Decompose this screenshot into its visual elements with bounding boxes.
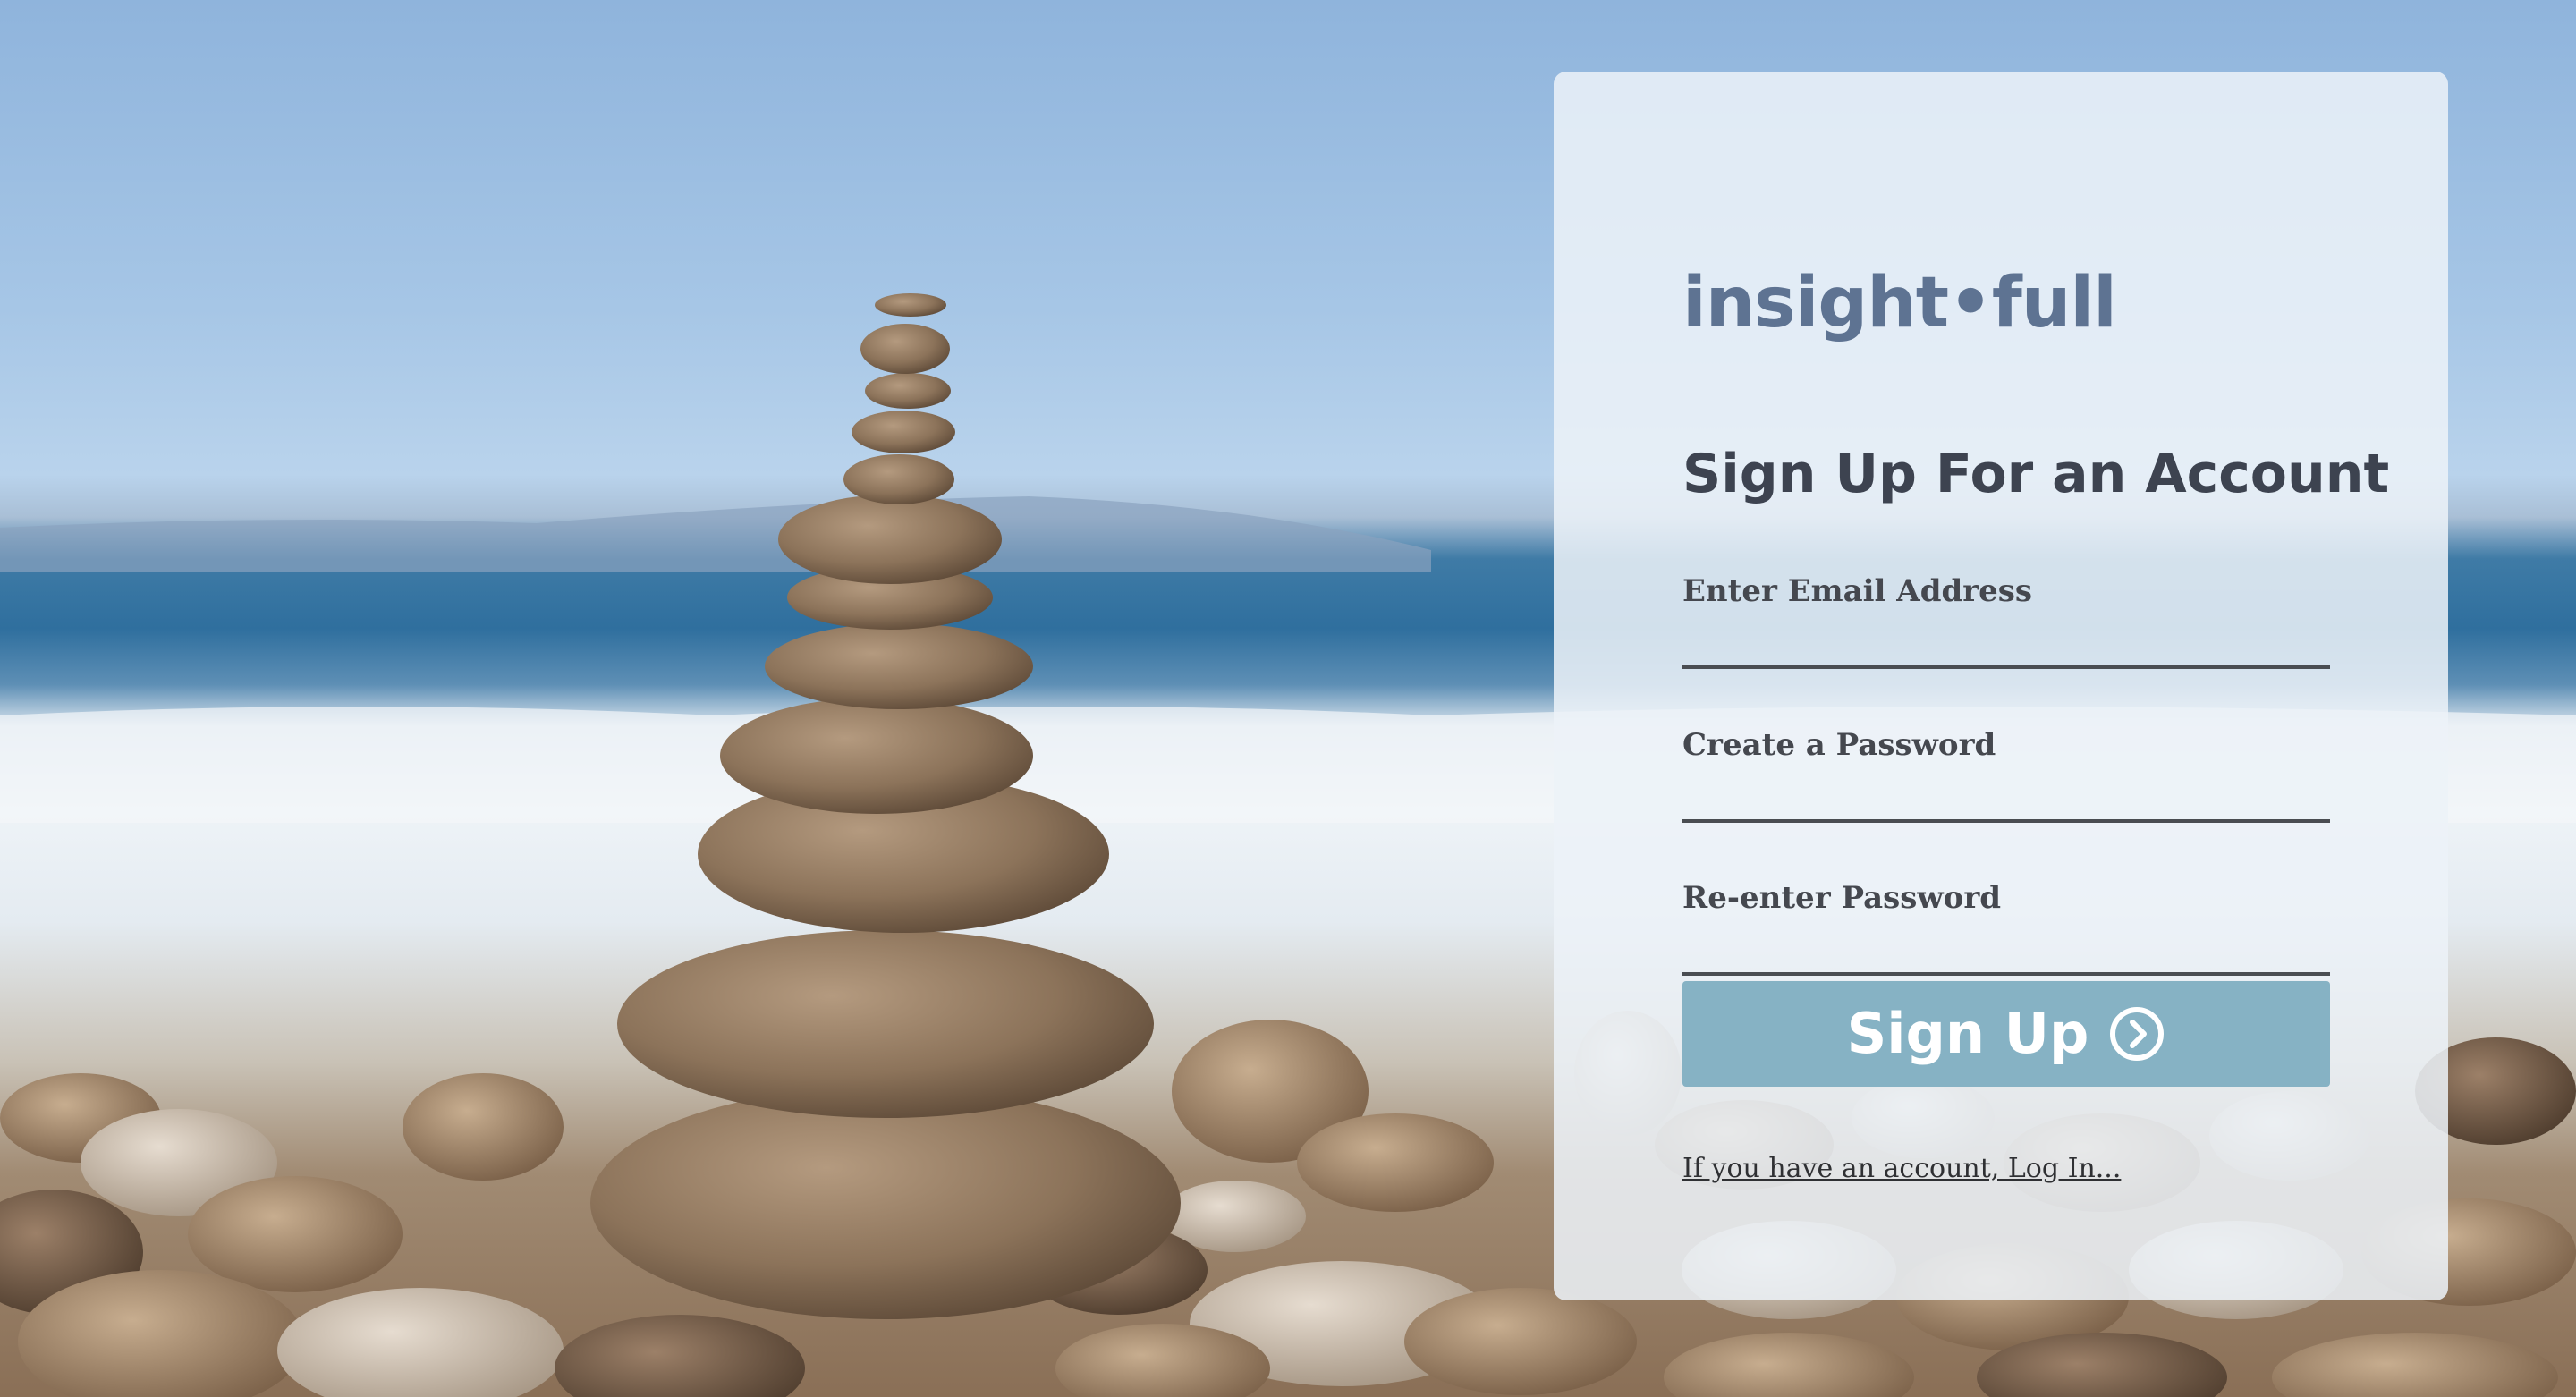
password-input[interactable]	[1682, 773, 2330, 823]
brand-logo: insight•full	[1682, 263, 2117, 343]
sign-up-button-label: Sign Up	[1846, 1001, 2089, 1066]
email-label: Enter Email Address	[1682, 573, 2033, 609]
email-input[interactable]	[1682, 619, 2330, 669]
password-field-group: Create a Password	[1682, 730, 2330, 823]
email-field-group: Enter Email Address	[1682, 576, 2330, 669]
confirm-password-input[interactable]	[1682, 926, 2330, 976]
confirm-password-label: Re-enter Password	[1682, 880, 2002, 916]
login-link[interactable]: If you have an account, Log In...	[1682, 1156, 2121, 1182]
signup-card: insight•full Sign Up For an Account Ente…	[1554, 72, 2448, 1300]
chevron-right-circle-icon	[2110, 1007, 2165, 1061]
sign-up-button[interactable]: Sign Up	[1682, 981, 2330, 1087]
page-title: Sign Up For an Account	[1682, 443, 2390, 505]
password-label: Create a Password	[1682, 727, 1996, 763]
confirm-password-field-group: Re-enter Password	[1682, 883, 2330, 976]
signup-page: insight•full Sign Up For an Account Ente…	[0, 0, 2576, 1397]
